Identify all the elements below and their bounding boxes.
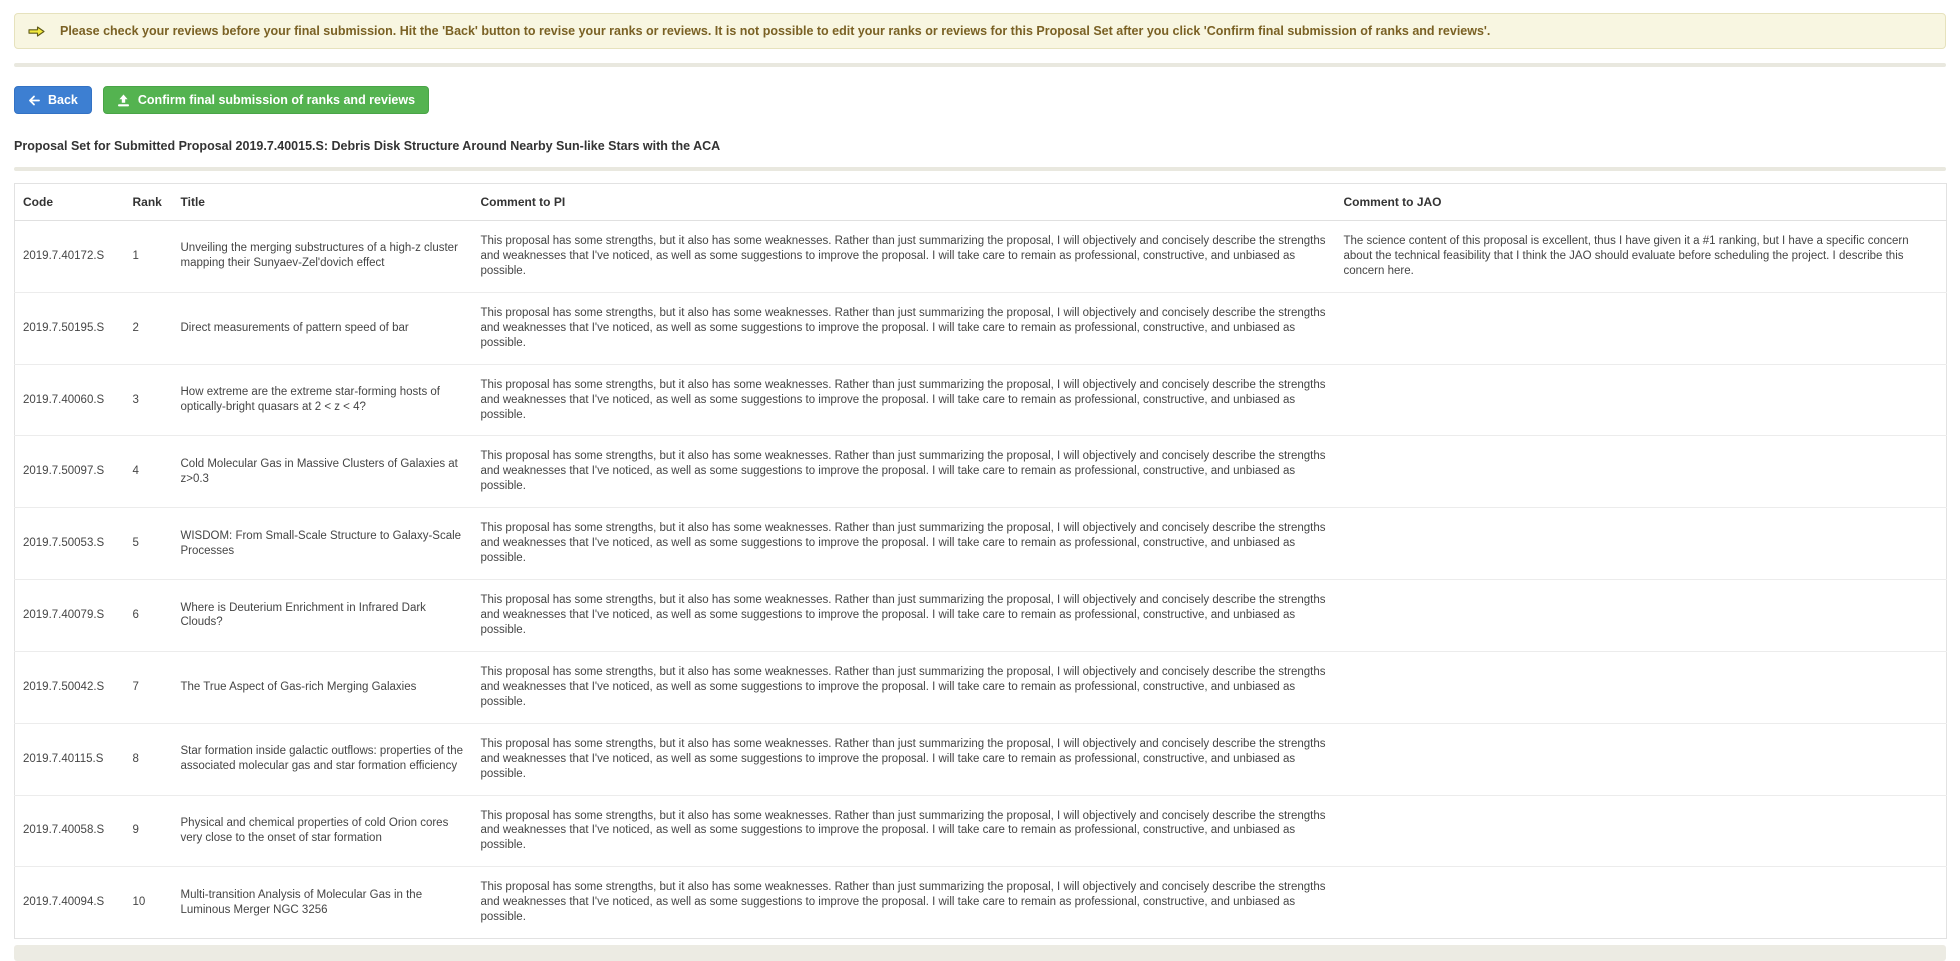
cell-comment-pi: This proposal has some strengths, but it…	[473, 292, 1336, 364]
cell-comment-pi: This proposal has some strengths, but it…	[473, 795, 1336, 867]
cell-comment-pi: This proposal has some strengths, but it…	[473, 651, 1336, 723]
table-row: 2019.7.40079.S6Where is Deuterium Enrich…	[15, 580, 1947, 652]
table-row: 2019.7.40058.S9Physical and chemical pro…	[15, 795, 1947, 867]
upload-icon	[117, 94, 130, 107]
cell-title: Direct measurements of pattern speed of …	[173, 292, 473, 364]
cell-comment-jao	[1336, 867, 1947, 939]
cell-title: Where is Deuterium Enrichment in Infrare…	[173, 580, 473, 652]
cell-rank: 9	[125, 795, 173, 867]
cell-code: 2019.7.50195.S	[15, 292, 125, 364]
confirm-button-label: Confirm final submission of ranks and re…	[138, 93, 415, 107]
cell-code: 2019.7.40094.S	[15, 867, 125, 939]
table-row: 2019.7.40060.S3How extreme are the extre…	[15, 364, 1947, 436]
cell-comment-jao	[1336, 580, 1947, 652]
cell-comment-jao: The science content of this proposal is …	[1336, 221, 1947, 293]
warning-banner: Please check your reviews before your fi…	[14, 13, 1946, 49]
cell-code: 2019.7.50042.S	[15, 651, 125, 723]
cell-rank: 3	[125, 364, 173, 436]
table-row: 2019.7.50195.S2Direct measurements of pa…	[15, 292, 1947, 364]
column-header-comment-jao: Comment to JAO	[1336, 184, 1947, 221]
cell-comment-pi: This proposal has some strengths, but it…	[473, 364, 1336, 436]
arrow-right-icon	[28, 26, 45, 37]
page: Please check your reviews before your fi…	[0, 0, 1960, 961]
table-row: 2019.7.40094.S10Multi-transition Analysi…	[15, 867, 1947, 939]
cell-rank: 10	[125, 867, 173, 939]
cell-comment-jao	[1336, 364, 1947, 436]
confirm-submission-button[interactable]: Confirm final submission of ranks and re…	[103, 86, 429, 114]
bottom-divider	[14, 945, 1946, 961]
column-header-code: Code	[15, 184, 125, 221]
cell-title: Multi-transition Analysis of Molecular G…	[173, 867, 473, 939]
cell-comment-jao	[1336, 292, 1947, 364]
cell-comment-jao	[1336, 723, 1947, 795]
warning-banner-text: Please check your reviews before your fi…	[60, 23, 1490, 39]
table-row: 2019.7.40115.S8Star formation inside gal…	[15, 723, 1947, 795]
table-row: 2019.7.50042.S7The True Aspect of Gas-ri…	[15, 651, 1947, 723]
cell-comment-pi: This proposal has some strengths, but it…	[473, 723, 1336, 795]
column-header-title: Title	[173, 184, 473, 221]
column-header-rank: Rank	[125, 184, 173, 221]
proposal-table-container: Code Rank Title Comment to PI Comment to…	[14, 183, 1946, 939]
cell-comment-jao	[1336, 436, 1947, 508]
cell-comment-jao	[1336, 795, 1947, 867]
proposal-table-body: 2019.7.40172.S1Unveiling the merging sub…	[15, 221, 1947, 939]
cell-rank: 1	[125, 221, 173, 293]
cell-code: 2019.7.40115.S	[15, 723, 125, 795]
cell-comment-pi: This proposal has some strengths, but it…	[473, 436, 1336, 508]
cell-comment-jao	[1336, 651, 1947, 723]
cell-rank: 5	[125, 508, 173, 580]
table-row: 2019.7.50097.S4Cold Molecular Gas in Mas…	[15, 436, 1947, 508]
cell-code: 2019.7.40079.S	[15, 580, 125, 652]
back-button-label: Back	[48, 93, 78, 107]
toolbar: Back Confirm final submission of ranks a…	[14, 86, 1946, 114]
cell-code: 2019.7.50097.S	[15, 436, 125, 508]
table-row: 2019.7.40172.S1Unveiling the merging sub…	[15, 221, 1947, 293]
cell-code: 2019.7.40058.S	[15, 795, 125, 867]
proposal-table: Code Rank Title Comment to PI Comment to…	[14, 183, 1947, 939]
column-header-comment-pi: Comment to PI	[473, 184, 1336, 221]
table-header-row: Code Rank Title Comment to PI Comment to…	[15, 184, 1947, 221]
cell-code: 2019.7.50053.S	[15, 508, 125, 580]
cell-rank: 6	[125, 580, 173, 652]
section-divider	[14, 167, 1946, 171]
table-row: 2019.7.50053.S5WISDOM: From Small-Scale …	[15, 508, 1947, 580]
back-button[interactable]: Back	[14, 86, 92, 114]
cell-comment-pi: This proposal has some strengths, but it…	[473, 221, 1336, 293]
cell-title: The True Aspect of Gas-rich Merging Gala…	[173, 651, 473, 723]
cell-rank: 8	[125, 723, 173, 795]
cell-title: Physical and chemical properties of cold…	[173, 795, 473, 867]
cell-title: Unveiling the merging substructures of a…	[173, 221, 473, 293]
back-arrow-icon	[28, 95, 40, 106]
cell-comment-pi: This proposal has some strengths, but it…	[473, 580, 1336, 652]
cell-comment-jao	[1336, 508, 1947, 580]
cell-title: WISDOM: From Small-Scale Structure to Ga…	[173, 508, 473, 580]
section-divider	[14, 63, 1946, 67]
cell-title: Cold Molecular Gas in Massive Clusters o…	[173, 436, 473, 508]
cell-rank: 4	[125, 436, 173, 508]
cell-rank: 7	[125, 651, 173, 723]
cell-comment-pi: This proposal has some strengths, but it…	[473, 867, 1336, 939]
cell-code: 2019.7.40172.S	[15, 221, 125, 293]
cell-title: How extreme are the extreme star-forming…	[173, 364, 473, 436]
cell-title: Star formation inside galactic outflows:…	[173, 723, 473, 795]
cell-comment-pi: This proposal has some strengths, but it…	[473, 508, 1336, 580]
page-title: Proposal Set for Submitted Proposal 2019…	[14, 139, 1946, 153]
cell-code: 2019.7.40060.S	[15, 364, 125, 436]
cell-rank: 2	[125, 292, 173, 364]
